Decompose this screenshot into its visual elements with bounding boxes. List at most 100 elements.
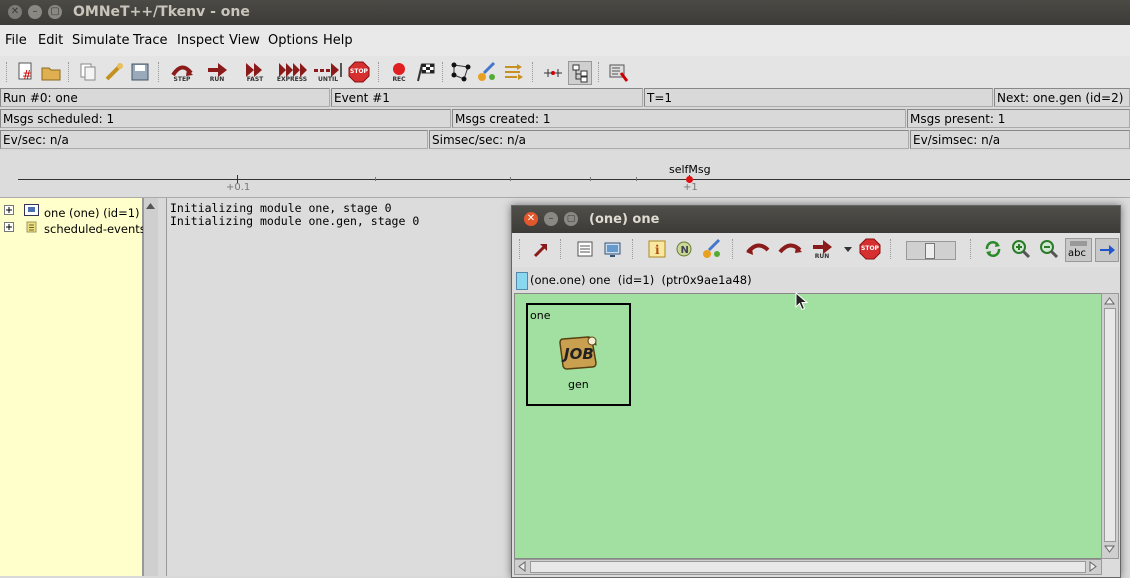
finish-flag-icon[interactable] [414, 61, 436, 83]
maximize-window-button[interactable]: ▢ [48, 5, 62, 19]
job-icon[interactable]: JOB [558, 335, 598, 373]
scroll-left-icon[interactable] [516, 561, 528, 572]
canvas-horizontal-scrollbar[interactable] [514, 559, 1102, 575]
copy-icon[interactable] [77, 61, 99, 83]
mouse-cursor-icon [795, 291, 809, 312]
zoom-in-icon[interactable] [1010, 238, 1032, 260]
menu-simulate[interactable]: Simulate [72, 33, 129, 48]
job-icon-text: JOB [564, 345, 594, 363]
canvas-vertical-scrollbar[interactable] [1101, 293, 1119, 559]
tree-item-one[interactable]: one (one) (id=1) [44, 206, 140, 220]
object-list-icon[interactable] [574, 238, 596, 260]
scroll-thumb[interactable] [1104, 308, 1116, 542]
tree-item-scheduled-events[interactable]: scheduled-events [44, 222, 146, 236]
timeline-toggle-icon[interactable] [542, 61, 564, 83]
arrow-right-icon[interactable] [1095, 238, 1119, 262]
menu-view[interactable]: View [229, 33, 260, 48]
tree-toggle-icon[interactable] [568, 61, 592, 85]
inspector-object-info: (one.one) one (id=1) (ptr0x9ae1a48) [530, 273, 752, 287]
expand-icon[interactable] [4, 222, 15, 233]
run-dropdown-icon[interactable] [842, 238, 854, 260]
next-event-status: Next: one.gen (id=2) [994, 88, 1130, 107]
expand-icon[interactable] [4, 205, 15, 216]
close-window-button[interactable]: ✕ [8, 5, 22, 19]
menu-file[interactable]: File [5, 33, 27, 48]
compound-module-name: one [530, 309, 551, 322]
filter-icon[interactable] [502, 61, 524, 83]
stop-button[interactable]: STOP [859, 238, 881, 260]
timeline-message-marker[interactable] [686, 176, 693, 183]
menu-trace[interactable]: Trace [133, 33, 168, 48]
svg-text:N: N [681, 245, 689, 256]
run-status: Run #0: one [0, 88, 330, 107]
express-icon[interactable]: EXPRESS [276, 61, 308, 83]
layout-icon[interactable] [607, 61, 629, 83]
animation-speed-slider[interactable] [906, 241, 956, 260]
menu-options[interactable]: Options [268, 33, 318, 48]
inspector-toolbar: i N RUN STOP abc [512, 233, 1120, 267]
refresh-icon[interactable] [982, 238, 1004, 260]
scroll-up-icon[interactable] [145, 200, 156, 212]
menubar: File Edit Simulate Trace Inspect View Op… [0, 25, 1130, 56]
run-label: RUN [209, 76, 225, 83]
msgs-created-status: Msgs created: 1 [452, 109, 906, 128]
compound-module-border: one JOB gen [526, 303, 631, 406]
zoom-out-icon[interactable] [1038, 238, 1060, 260]
stop-button[interactable]: STOP [348, 61, 370, 83]
status-row-3: Ev/sec: n/a Simsec/sec: n/a Ev/simsec: n… [0, 130, 1130, 151]
fast-icon[interactable]: FAST [240, 61, 270, 83]
network-node-icon[interactable]: N [673, 238, 695, 260]
fast-label: FAST [246, 76, 264, 83]
step-icon[interactable]: STEP [168, 61, 196, 83]
window-titlebar: ✕ – ▢ OMNeT++/Tkenv - one [0, 0, 1130, 25]
ev-sec-status: Ev/sec: n/a [0, 130, 428, 149]
screen-icon[interactable] [602, 238, 624, 260]
menu-edit[interactable]: Edit [38, 33, 63, 48]
scroll-thumb[interactable] [530, 561, 1086, 573]
object-tree: one (one) (id=1) scheduled-events [0, 198, 146, 576]
main-toolbar: # STEP RUN FAST EXPRESS UNTIL STOP REC [0, 56, 1130, 89]
scroll-down-icon[interactable] [1104, 543, 1115, 555]
go-to-parent-icon[interactable] [530, 238, 552, 260]
slider-handle[interactable] [925, 243, 935, 259]
scroll-up-icon[interactable] [1104, 295, 1115, 307]
objects-icon[interactable] [476, 61, 498, 83]
labels-toggle-text: abc [1068, 248, 1086, 259]
info-icon[interactable]: i [646, 238, 668, 260]
tree-scrollbar[interactable] [143, 198, 158, 576]
timeline-tick-label: +1 [683, 182, 698, 193]
module-icon [24, 204, 40, 217]
save-icon[interactable] [129, 61, 151, 83]
submodule-name[interactable]: gen [568, 378, 589, 391]
menu-inspect[interactable]: Inspect [177, 33, 224, 48]
status-row-1: Run #0: one Event #1 T=1 Next: one.gen (… [0, 88, 1130, 109]
load-network-icon[interactable] [40, 61, 62, 83]
menu-help[interactable]: Help [323, 33, 353, 48]
step-back-icon[interactable] [745, 238, 771, 260]
timeline-message-label[interactable]: selfMsg [669, 163, 711, 176]
inspector-titlebar: ✕ – ▢ (one) one [512, 206, 1120, 233]
labels-toggle-button[interactable]: abc [1065, 238, 1092, 262]
step-icon[interactable] [777, 238, 803, 260]
log-line: Initializing module one.gen, stage 0 [170, 214, 420, 228]
scroll-right-icon[interactable] [1087, 561, 1099, 572]
inspector-close-button[interactable]: ✕ [524, 212, 538, 226]
timeline[interactable]: +0.1 +1 selfMsg [0, 151, 1130, 198]
new-network-icon[interactable]: # [14, 61, 36, 83]
simsec-sec-status: Simsec/sec: n/a [429, 130, 909, 149]
run-icon[interactable]: RUN [809, 238, 835, 260]
inspector-maximize-button[interactable]: ▢ [564, 212, 578, 226]
inspector-minimize-button[interactable]: – [544, 212, 558, 226]
timeline-axis [18, 179, 1130, 180]
record-icon[interactable]: REC [388, 61, 410, 83]
find-icon[interactable] [103, 61, 125, 83]
run-icon[interactable]: RUN [204, 61, 230, 83]
until-label: UNTIL [317, 76, 339, 83]
minimize-window-button[interactable]: – [28, 5, 42, 19]
until-icon[interactable]: UNTIL [312, 61, 344, 83]
step-label: STEP [173, 76, 191, 83]
objects-icon[interactable] [701, 238, 723, 260]
event-status: Event #1 [331, 88, 643, 107]
network-icon[interactable] [450, 61, 472, 83]
module-canvas[interactable]: one JOB gen [514, 291, 1102, 559]
